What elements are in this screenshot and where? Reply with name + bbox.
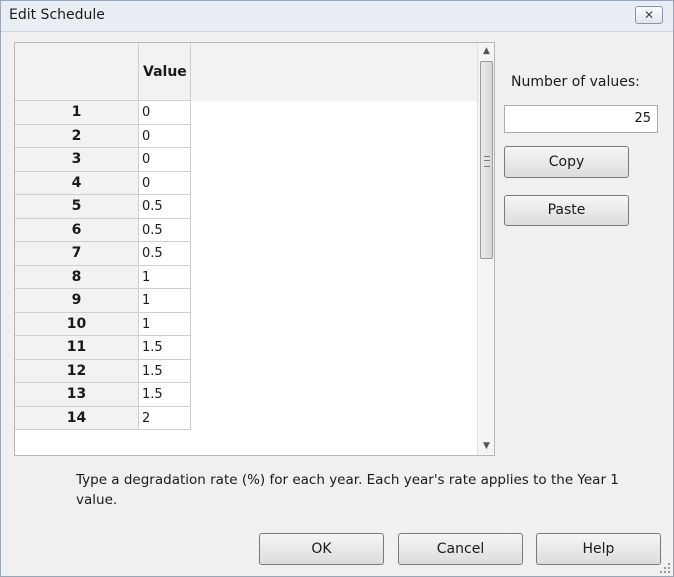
value-cell[interactable]: 0 (139, 124, 191, 148)
value-cell[interactable]: 2 (139, 406, 191, 430)
close-icon: ✕ (643, 8, 655, 22)
value-cell[interactable]: 0.5 (139, 242, 191, 266)
value-cell[interactable]: 1 (139, 312, 191, 336)
description-text: Type a degradation rate (%) for each yea… (76, 472, 619, 508)
paste-button[interactable]: Paste (504, 195, 629, 226)
value-cell[interactable]: 1.5 (139, 383, 191, 407)
grid-header: Value (15, 43, 477, 101)
row-header[interactable]: 4 (15, 171, 139, 195)
row-header[interactable]: 6 (15, 218, 139, 242)
row-header[interactable]: 5 (15, 195, 139, 219)
value-cell[interactable]: 0 (139, 171, 191, 195)
vertical-scrollbar[interactable]: ▲ ▼ (477, 43, 494, 455)
schedule-grid[interactable]: Value 1 0 2 0 3 0 4 0 5 0.5 6 0.5 7 0.5 8 1 9 1 10 1 11 1.5 12… (14, 42, 495, 456)
row-header[interactable]: 1 (15, 101, 139, 125)
number-of-values-input[interactable]: 25 (504, 105, 658, 133)
table-row: 91 (15, 289, 191, 313)
row-header[interactable]: 12 (15, 359, 139, 383)
number-of-values-label: Number of values: (511, 74, 640, 90)
ok-button[interactable]: OK (259, 533, 384, 565)
column-header-value: Value (139, 43, 191, 101)
resize-grip-icon[interactable] (660, 563, 670, 573)
scrollbar-thumb[interactable] (480, 61, 493, 259)
value-cell[interactable]: 1.5 (139, 359, 191, 383)
value-cell[interactable]: 0 (139, 148, 191, 172)
scrollbar-grip-icon (484, 156, 490, 167)
value-cell[interactable]: 1 (139, 265, 191, 289)
table-row: 10 1 (15, 312, 191, 336)
table-row: 14 2 (15, 406, 191, 430)
row-header[interactable]: 11 (15, 336, 139, 360)
table-row: 40 (15, 171, 191, 195)
edit-schedule-dialog: Edit Schedule ✕ Value 1 0 2 0 3 0 4 0 5 0.5 6 0.5 7 0… (0, 0, 674, 577)
table-row: 11 1.5 (15, 336, 191, 360)
table-row: 30 (15, 148, 191, 172)
table-row: 12 1.5 (15, 359, 191, 383)
help-button[interactable]: Help (536, 533, 661, 565)
copy-button[interactable]: Copy (504, 146, 629, 178)
title-bar: Edit Schedule ✕ (1, 1, 673, 32)
value-cell[interactable]: 1 (139, 289, 191, 313)
row-header[interactable]: 13 (15, 383, 139, 407)
grid-rows: 1 0 2 0 3 0 4 0 5 0.5 6 0.5 7 0.5 8 1 9 1 10 1 11 1.5 12 1.5 13 1… (15, 101, 191, 430)
value-cell[interactable]: 0.5 (139, 195, 191, 219)
table-row: 6 0.5 (15, 218, 191, 242)
value-cell[interactable]: 1.5 (139, 336, 191, 360)
cancel-button[interactable]: Cancel (398, 533, 523, 565)
table-row: 13 1.5 (15, 383, 191, 407)
row-header[interactable]: 7 (15, 242, 139, 266)
row-header[interactable]: 10 (15, 312, 139, 336)
table-row: 10 (15, 101, 191, 125)
table-row: 20 (15, 124, 191, 148)
scroll-down-arrow-icon[interactable]: ▼ (478, 438, 494, 455)
row-header[interactable]: 3 (15, 148, 139, 172)
value-cell[interactable]: 0 (139, 101, 191, 125)
row-header[interactable]: 2 (15, 124, 139, 148)
table-row: 81 (15, 265, 191, 289)
grid-corner-cell (15, 43, 139, 101)
row-header[interactable]: 8 (15, 265, 139, 289)
close-button[interactable]: ✕ (635, 6, 663, 24)
table-row: 7 0.5 (15, 242, 191, 266)
row-header[interactable]: 9 (15, 289, 139, 313)
row-header[interactable]: 14 (15, 406, 139, 430)
window-title: Edit Schedule (9, 7, 105, 23)
value-cell[interactable]: 0.5 (139, 218, 191, 242)
table-row: 5 0.5 (15, 195, 191, 219)
scroll-up-arrow-icon[interactable]: ▲ (478, 43, 494, 60)
